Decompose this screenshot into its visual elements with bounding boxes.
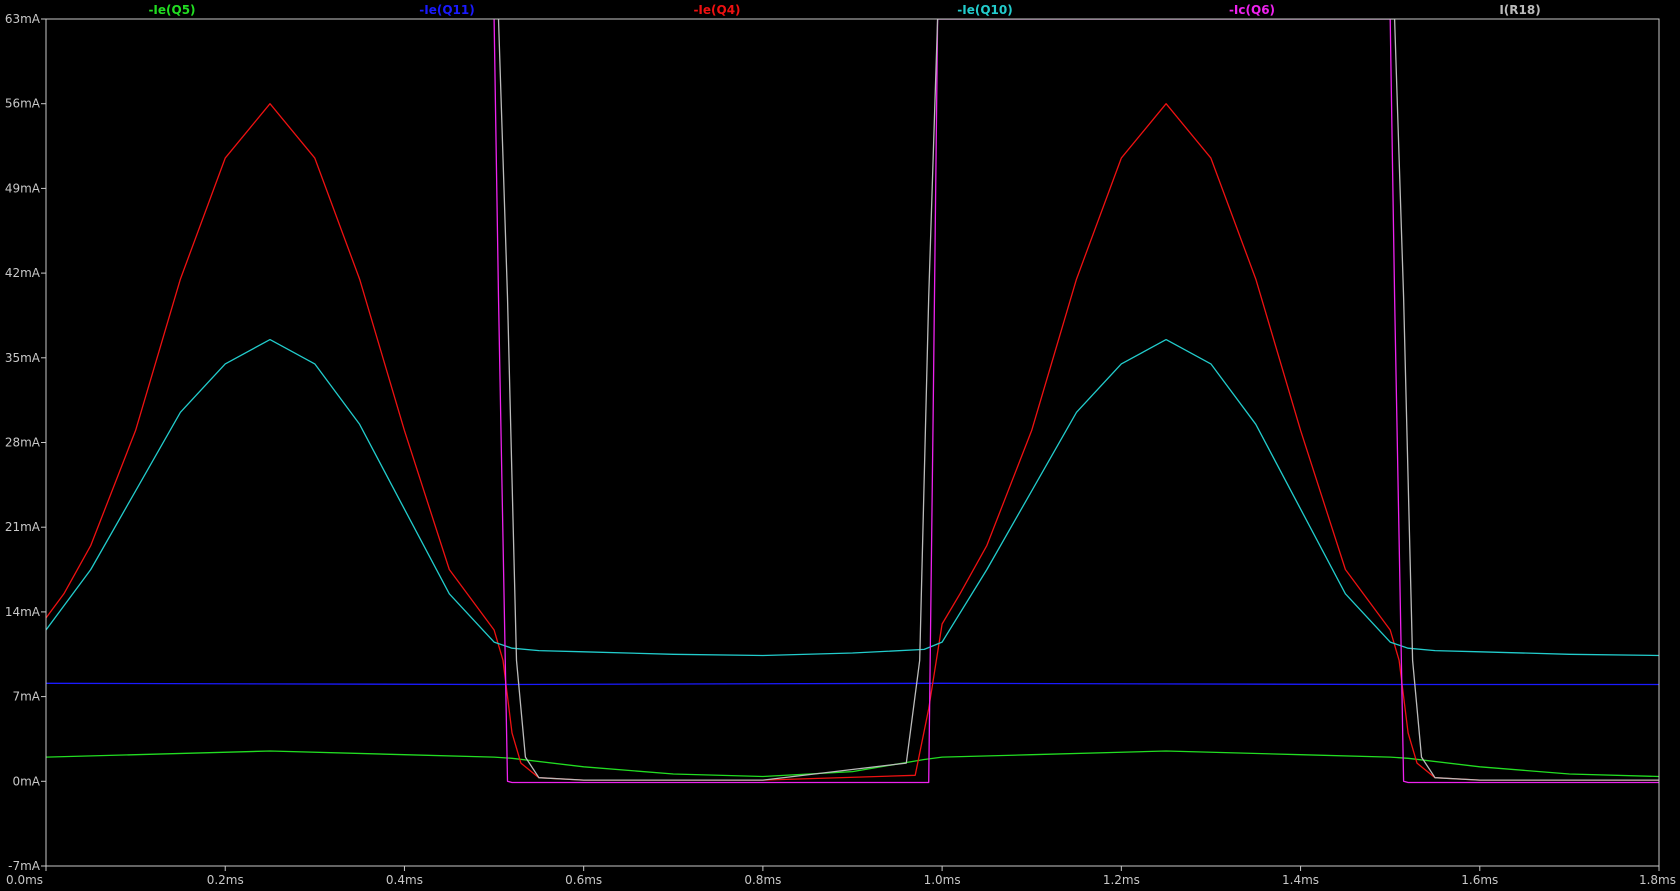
y-tick-label: -7mA (8, 859, 41, 873)
y-tick-label: 21mA (5, 520, 41, 534)
y-tick-label: 42mA (5, 266, 41, 280)
y-tick-label: 35mA (5, 351, 41, 365)
y-tick-label: 56mA (5, 97, 41, 111)
x-tick-label: 0.6ms (565, 873, 602, 887)
chart-svg: -7mA 0mA 7mA 14mA 21mA 28mA 35mA 42mA 49mA 56mA 63… (0, 0, 1680, 891)
y-tick-label: 63mA (5, 12, 41, 26)
x-tick-label: 0.2ms (207, 873, 244, 887)
x-tick-label: 1.2ms (1103, 873, 1140, 887)
legend-label--ie-q11-[interactable]: -Ie(Q11) (419, 3, 474, 17)
plot-background (0, 0, 1680, 891)
y-tick-label: 28mA (5, 436, 41, 450)
waveform-plot: -7mA 0mA 7mA 14mA 21mA 28mA 35mA 42mA 49mA 56mA 63… (0, 0, 1680, 891)
legend-label-i-r18-[interactable]: I(R18) (1499, 3, 1540, 17)
y-tick-label: 49mA (5, 181, 41, 195)
y-tick-label: 0mA (12, 774, 40, 788)
x-tick-label: 1.0ms (924, 873, 961, 887)
legend-label--ic-q6-[interactable]: -Ic(Q6) (1229, 3, 1275, 17)
legend-label--ie-q4-[interactable]: -Ie(Q4) (693, 3, 740, 17)
legend-label--ie-q10-[interactable]: -Ie(Q10) (957, 3, 1012, 17)
x-tick-label: 0.4ms (386, 873, 423, 887)
x-tick-label: 0.8ms (744, 873, 781, 887)
x-tick-label: 1.6ms (1461, 873, 1498, 887)
x-tick-label: 0.0ms (6, 873, 43, 887)
y-tick-label: 7mA (12, 690, 40, 704)
y-tick-label: 14mA (5, 605, 41, 619)
legend-label--ie-q5-[interactable]: -Ie(Q5) (148, 3, 195, 17)
x-tick-label: 1.4ms (1282, 873, 1319, 887)
x-tick-label: 1.8ms (1639, 873, 1676, 887)
